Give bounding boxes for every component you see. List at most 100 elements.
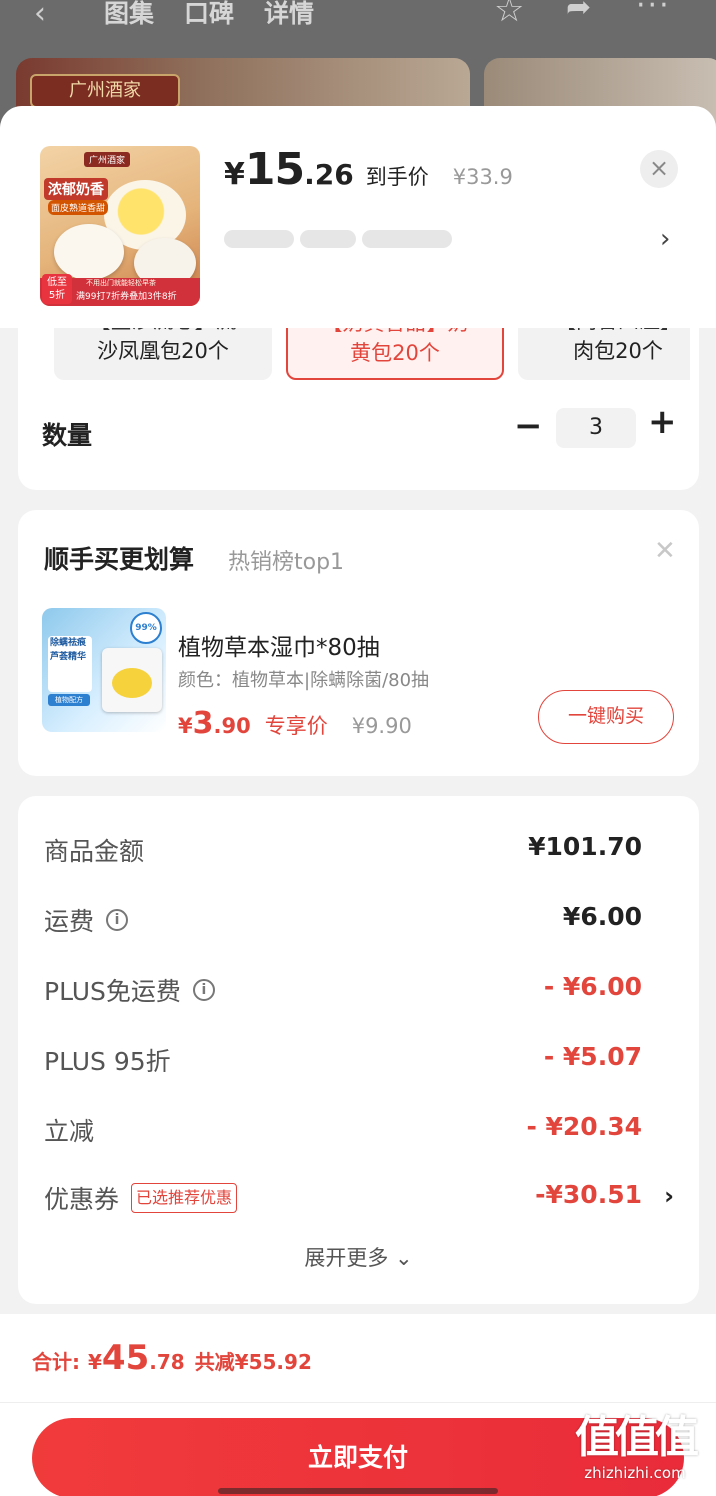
wipe-pack xyxy=(102,648,162,712)
addon-product-spec: 颜色：植物草本|除螨除菌/80抽 xyxy=(178,670,430,691)
close-icon: × xyxy=(648,154,670,182)
summary-value: - ¥20.34 xyxy=(526,1112,642,1141)
blurred-text xyxy=(300,230,356,248)
summary-value: - ¥6.00 xyxy=(543,972,642,1001)
chevron-down-icon: ⌄ xyxy=(395,1246,413,1270)
thumb-subtag: 面皮熟道香甜 xyxy=(48,200,109,215)
wipe-99-badge: 99% xyxy=(130,612,162,644)
bun-image xyxy=(54,224,124,280)
summary-row: 立减 - ¥20.34 xyxy=(44,1112,674,1152)
total-symbol: ¥ xyxy=(88,1350,102,1374)
addon-product-name: 植物草本湿巾*80抽 xyxy=(178,635,380,661)
background-tabs: 图集 口碑 详情 xyxy=(104,0,314,30)
selected-spec-summary[interactable] xyxy=(224,220,484,260)
price-row: ¥ 15 .26 到手价 ¥33.9 xyxy=(224,144,513,195)
tab-gallery: 图集 xyxy=(104,0,155,28)
quantity-decrease-button[interactable]: − xyxy=(514,406,543,446)
summary-row: 商品金额 ¥101.70 xyxy=(44,832,674,872)
total-label: 合计: xyxy=(32,1350,80,1374)
order-summary: 商品金额 ¥101.70 运费 i ¥6.00 PLUS免运费 i - ¥6.00 … xyxy=(18,796,699,1304)
more-icon: ··· xyxy=(636,0,671,23)
addon-card: 顺手买更划算 热销榜top1 ✕ 除螨祛痕 芦荟精华 植物配方 99% 植物草本… xyxy=(18,510,699,776)
tab-reviews: 口碑 xyxy=(184,0,235,28)
summary-label-text: 立减 xyxy=(44,1117,95,1146)
spec-option-line2: 沙凤凰包20个 xyxy=(97,339,229,363)
coupon-row[interactable]: 优惠券 已选推荐优惠 -¥30.51 › xyxy=(44,1180,674,1220)
watermark-url: zhizhizhi.com xyxy=(584,1464,686,1482)
back-icon: ‹ xyxy=(34,0,46,31)
addon-price-decimal: .90 xyxy=(213,714,251,738)
wipe-text: 除螨祛痕 xyxy=(50,638,87,648)
summary-label-text: 优惠券 xyxy=(44,1185,120,1214)
divider xyxy=(0,1402,716,1403)
summary-label-text: PLUS免运费 xyxy=(44,977,181,1006)
price-symbol: ¥ xyxy=(224,157,245,192)
background-nav: ‹ 图集 口碑 详情 ☆ ➦ ··· xyxy=(0,0,716,40)
thumb-promo: 满99打7折券叠加3件8折 xyxy=(76,292,177,302)
addon-title: 顺手买更划算 xyxy=(44,545,195,574)
summary-row: PLUS 95折 - ¥5.07 xyxy=(44,1042,674,1082)
summary-label-text: 运费 xyxy=(44,907,95,936)
original-price: ¥33.9 xyxy=(452,165,513,189)
thumb-low-line2: 5折 xyxy=(48,290,66,301)
quantity-increase-button[interactable]: + xyxy=(648,402,677,442)
summary-value: - ¥5.07 xyxy=(543,1042,642,1071)
price-label: 到手价 xyxy=(365,165,429,189)
addon-price-symbol: ¥ xyxy=(178,714,193,738)
price-integer: 15 xyxy=(244,144,305,195)
home-indicator[interactable] xyxy=(218,1488,498,1494)
expand-more-button[interactable]: 展开更多 ⌄ xyxy=(18,1242,699,1272)
favorite-icon: ☆ xyxy=(494,0,525,30)
watermark-logo: 值值值 xyxy=(575,1412,699,1463)
chevron-right-icon[interactable]: › xyxy=(664,1182,674,1210)
summary-value: ¥6.00 xyxy=(562,902,642,931)
blurred-text xyxy=(362,230,452,248)
summary-value: -¥30.51 xyxy=(535,1180,642,1209)
checkout-sheet: 广州酒家 浓郁奶香 面皮熟道香甜 低至 5折 不用出门就能轻松早茶 满99打7折券… xyxy=(0,106,716,1496)
spec-option-line2: 肉包20个 xyxy=(573,339,663,363)
addon-product-image[interactable]: 除螨祛痕 芦荟精华 植物配方 99% xyxy=(42,608,166,732)
thumb-low-badge: 低至 5折 xyxy=(42,274,72,304)
addon-price-tag: 专享价 xyxy=(264,714,328,738)
summary-label: 优惠券 已选推荐优惠 xyxy=(44,1180,238,1216)
quantity-input[interactable]: 3 xyxy=(556,408,636,448)
total-saved: 共减¥55.92 xyxy=(194,1350,312,1374)
wipe-label: 除螨祛痕 芦荟精华 xyxy=(48,636,92,692)
shop-logo: 广州酒家 xyxy=(30,74,180,108)
wipe-badge: 植物配方 xyxy=(48,694,90,706)
total-decimal: .78 xyxy=(149,1350,185,1374)
share-icon: ➦ xyxy=(566,0,592,25)
sheet-header: 广州酒家 浓郁奶香 面皮熟道香甜 低至 5折 不用出门就能轻松早茶 满99打7折券… xyxy=(0,106,716,328)
quantity-label: 数量 xyxy=(42,421,93,450)
tab-details: 详情 xyxy=(264,0,315,28)
info-icon[interactable]: i xyxy=(192,979,215,1001)
expand-more-label: 展开更多 xyxy=(304,1246,389,1270)
addon-price-integer: 3 xyxy=(192,706,214,741)
close-button[interactable]: × xyxy=(640,150,678,188)
price-decimal: .26 xyxy=(304,158,354,191)
summary-value: ¥101.70 xyxy=(528,832,642,861)
summary-label: 立减 xyxy=(44,1112,94,1148)
summary-label: 商品金额 xyxy=(44,832,144,868)
addon-close-icon[interactable]: ✕ xyxy=(654,536,676,566)
addon-subtitle: 热销榜top1 xyxy=(228,550,345,575)
total-integer: 45 xyxy=(101,1338,150,1378)
addon-price-row: ¥ 3 .90 专享价 ¥9.90 xyxy=(178,706,412,741)
info-icon[interactable]: i xyxy=(106,909,129,931)
thumb-tag: 浓郁奶香 xyxy=(44,178,108,200)
chevron-right-icon[interactable]: › xyxy=(660,224,670,254)
summary-label: 运费 i xyxy=(44,902,129,938)
thumb-promo-small: 不用出门就能轻松早茶 xyxy=(86,279,156,287)
summary-row: PLUS免运费 i - ¥6.00 xyxy=(44,972,674,1012)
one-click-buy-button[interactable]: 一键购买 xyxy=(538,690,674,744)
coupon-tag: 已选推荐优惠 xyxy=(131,1183,238,1213)
blurred-text xyxy=(224,230,294,248)
summary-label-text: 商品金额 xyxy=(44,837,145,866)
watermark: 值值值 zhizhizhi.com xyxy=(560,1412,710,1492)
summary-row: 运费 i ¥6.00 xyxy=(44,902,674,942)
summary-label-text: PLUS 95折 xyxy=(44,1047,171,1076)
total-row: 合计: ¥ 45 .78 共减¥55.92 xyxy=(32,1338,312,1378)
summary-label: PLUS免运费 i xyxy=(44,972,215,1008)
spec-option-line2: 黄包20个 xyxy=(350,341,440,365)
product-thumbnail[interactable]: 广州酒家 浓郁奶香 面皮熟道香甜 低至 5折 不用出门就能轻松早茶 满99打7折券… xyxy=(40,146,200,306)
